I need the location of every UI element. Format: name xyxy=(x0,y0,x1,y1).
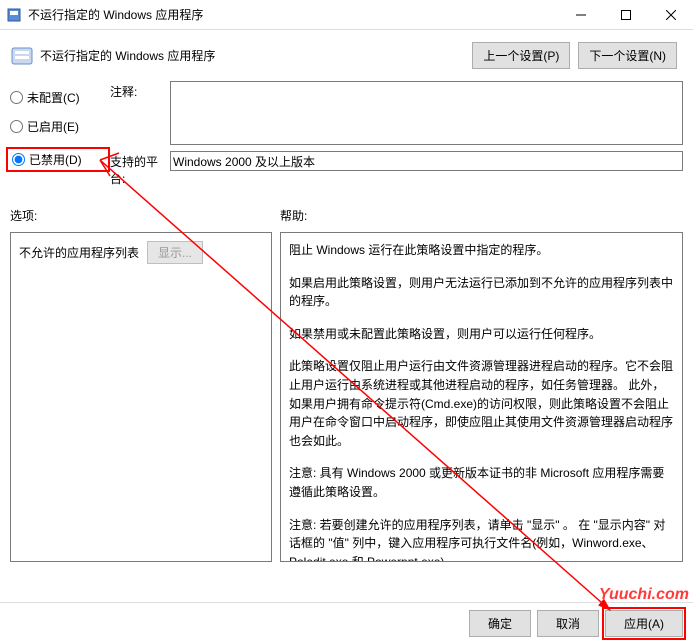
help-p2: 如果启用此策略设置，则用户无法运行已添加到不允许的应用程序列表中的程序。 xyxy=(289,274,674,311)
platform-value: Windows 2000 及以上版本 xyxy=(170,151,683,171)
radio-disabled-input[interactable] xyxy=(12,153,25,166)
radio-unconfigured[interactable]: 未配置(C) xyxy=(10,89,110,106)
radio-enabled-input[interactable] xyxy=(10,120,23,133)
comment-label: 注释: xyxy=(110,81,170,100)
close-button[interactable] xyxy=(648,0,693,29)
radio-enabled[interactable]: 已启用(E) xyxy=(10,118,110,135)
highlight-disabled: 已禁用(D) xyxy=(6,147,110,172)
options-panel: 不允许的应用程序列表 显示... xyxy=(10,232,272,562)
radio-unconfigured-label: 未配置(C) xyxy=(27,89,80,106)
radio-disabled[interactable]: 已禁用(D) xyxy=(12,151,104,168)
radio-disabled-label: 已禁用(D) xyxy=(29,151,82,168)
footer: 确定 取消 应用(A) xyxy=(0,602,693,644)
radio-unconfigured-input[interactable] xyxy=(10,91,23,104)
app-icon xyxy=(0,7,28,23)
help-p6: 注意: 若要创建允许的应用程序列表，请单击 "显示" 。 在 "显示内容" 对话… xyxy=(289,516,674,562)
options-label: 选项: xyxy=(10,207,280,224)
disallowed-list-label: 不允许的应用程序列表 xyxy=(19,244,139,261)
help-p5: 注意: 具有 Windows 2000 或更新版本证书的非 Microsoft … xyxy=(289,464,674,501)
comment-textarea[interactable] xyxy=(170,81,683,145)
help-label: 帮助: xyxy=(280,207,307,224)
help-p4: 此策略设置仅阻止用户运行由文件资源管理器进程启动的程序。它不会阻止用户运行由系统… xyxy=(289,357,674,450)
policy-icon xyxy=(10,44,34,68)
ok-button[interactable]: 确定 xyxy=(469,610,531,637)
prev-setting-button[interactable]: 上一个设置(P) xyxy=(472,42,570,69)
header-title: 不运行指定的 Windows 应用程序 xyxy=(40,47,472,64)
help-p3: 如果禁用或未配置此策略设置，则用户可以运行任何程序。 xyxy=(289,325,674,344)
minimize-button[interactable] xyxy=(558,0,603,29)
platform-label: 支持的平台: xyxy=(110,151,170,187)
display-button[interactable]: 显示... xyxy=(147,241,203,264)
next-setting-button[interactable]: 下一个设置(N) xyxy=(578,42,677,69)
help-p1: 阻止 Windows 运行在此策略设置中指定的程序。 xyxy=(289,241,674,260)
titlebar: 不运行指定的 Windows 应用程序 xyxy=(0,0,693,30)
radio-enabled-label: 已启用(E) xyxy=(27,118,79,135)
apply-button[interactable]: 应用(A) xyxy=(605,610,683,637)
help-panel: 阻止 Windows 运行在此策略设置中指定的程序。 如果启用此策略设置，则用户… xyxy=(280,232,683,562)
cancel-button[interactable]: 取消 xyxy=(537,610,599,637)
maximize-button[interactable] xyxy=(603,0,648,29)
watermark: Yuuchi.com xyxy=(599,586,689,604)
header: 不运行指定的 Windows 应用程序 上一个设置(P) 下一个设置(N) xyxy=(0,30,693,81)
window-title: 不运行指定的 Windows 应用程序 xyxy=(28,6,558,23)
